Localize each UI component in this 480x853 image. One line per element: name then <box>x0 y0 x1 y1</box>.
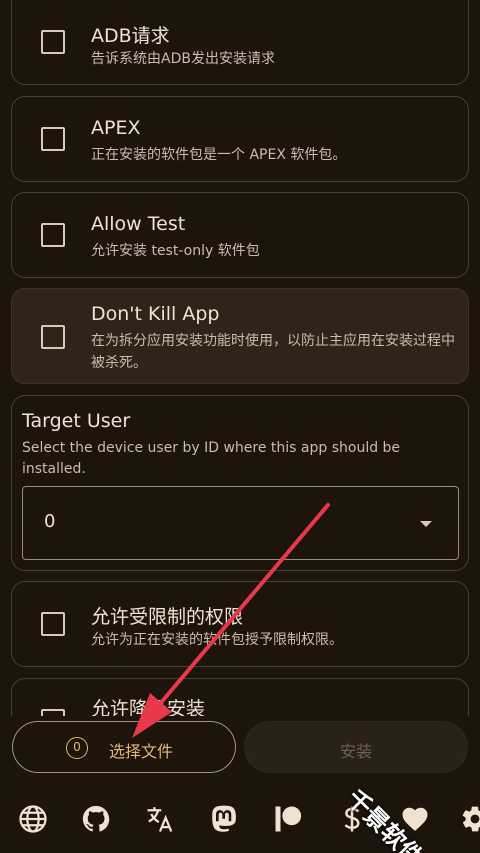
github-icon[interactable] <box>81 804 111 834</box>
option-title: Don't Kill App <box>91 303 220 325</box>
select-file-button[interactable]: 0 选择文件 <box>12 721 236 773</box>
option-title: APEX <box>91 117 141 139</box>
option-allow-downgrade[interactable]: 允许降级安装 <box>11 678 469 716</box>
option-title: ADB请求 <box>91 25 170 47</box>
file-count-badge: 0 <box>66 737 88 759</box>
install-label: 安装 <box>339 742 372 761</box>
option-desc: 允许安装 test-only 软件包 <box>91 243 260 259</box>
translate-icon[interactable] <box>145 804 175 834</box>
gear-icon[interactable] <box>460 804 480 834</box>
option-desc: 允许为正在安装的软件包授予限制权限。 <box>91 632 343 648</box>
install-button[interactable]: 安装 <box>244 721 468 773</box>
select-file-label: 选择文件 <box>109 742 174 761</box>
option-desc: 正在安装的软件包是一个 APEX 软件包。 <box>91 147 347 163</box>
option-restricted-permissions[interactable]: 允许受限制的权限 允许为正在安装的软件包授予限制权限。 <box>11 581 469 667</box>
patreon-icon[interactable] <box>273 804 303 834</box>
checkbox-allow-test[interactable] <box>41 223 65 247</box>
checkbox-apex[interactable] <box>41 127 65 151</box>
checkbox-adb-request[interactable] <box>41 30 65 54</box>
option-apex[interactable]: APEX 正在安装的软件包是一个 APEX 软件包。 <box>11 96 469 182</box>
checkbox-allow-downgrade[interactable] <box>41 709 65 716</box>
option-title: Allow Test <box>91 213 186 235</box>
option-adb-request[interactable]: ADB请求 告诉系统由ADB发出安装请求 <box>11 0 469 85</box>
target-user-dropdown[interactable]: 0 <box>22 486 459 560</box>
mastodon-icon[interactable] <box>209 804 239 834</box>
checkbox-dont-kill-app[interactable] <box>41 325 65 349</box>
dropdown-value: 0 <box>44 511 56 532</box>
target-user-section: Target User Select the device user by ID… <box>11 395 469 571</box>
option-desc: 在为拆分应用安装功能时使用，以防止主应用在安装过程中被杀死。 <box>91 333 455 371</box>
options-list[interactable]: ADB请求 告诉系统由ADB发出安装请求 APEX 正在安装的软件包是一个 AP… <box>0 0 480 716</box>
dropdown-arrow-icon <box>420 521 432 527</box>
option-title: 允许降级安装 <box>91 698 206 716</box>
checkbox-restricted-permissions[interactable] <box>41 612 65 636</box>
option-desc: 告诉系统由ADB发出安装请求 <box>91 51 275 67</box>
option-allow-test[interactable]: Allow Test 允许安装 test-only 软件包 <box>11 192 469 278</box>
target-user-desc: Select the device user by ID where this … <box>22 440 401 477</box>
target-user-title: Target User <box>22 410 131 432</box>
option-dont-kill-app[interactable]: Don't Kill App 在为拆分应用安装功能时使用，以防止主应用在安装过程… <box>11 288 469 384</box>
globe-icon[interactable] <box>18 804 48 834</box>
option-title: 允许受限制的权限 <box>91 606 244 628</box>
